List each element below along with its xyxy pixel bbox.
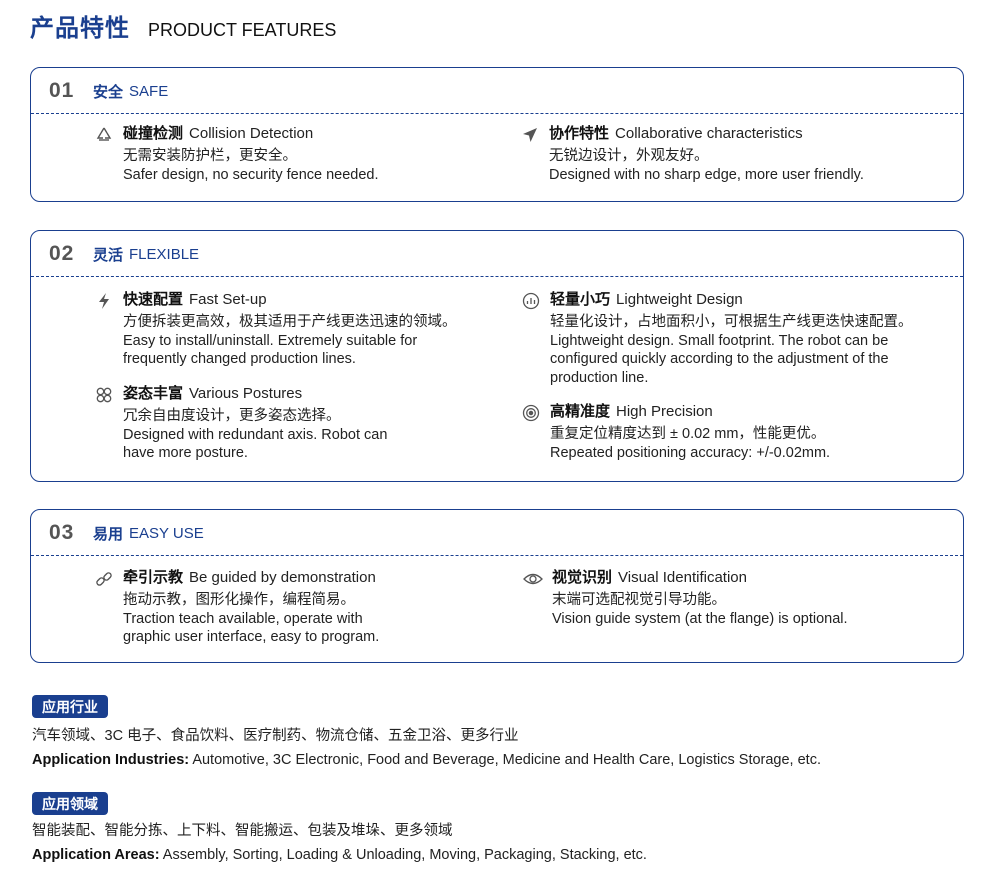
description-line: Safer design, no security fence needed. (123, 166, 379, 183)
feature-description: 末端可选配视觉引导功能。 Vision guide system (at the… (552, 591, 848, 628)
description-line: 末端可选配视觉引导功能。 (552, 592, 726, 608)
section-title-en: EASY USE (129, 524, 204, 542)
industries-en-text: Application Industries: Automotive, 3C E… (32, 750, 821, 770)
section-number: 01 (49, 79, 75, 102)
feature-title-cn: 牵引示教 (123, 569, 184, 586)
feature-title-en: Fast Set-up (189, 291, 267, 308)
description-line: Vision guide system (at the flange) is o… (552, 610, 848, 627)
feature-title: 碰撞检测 Collision Detection (123, 124, 313, 144)
feature-title-en: Collision Detection (189, 125, 314, 142)
section-header: 03 易用 EASY USE (49, 510, 204, 556)
feature-title: 协作特性 Collaborative characteristics (549, 124, 803, 144)
industries-cn-text: 汽车领域、3C 电子、食品饮料、医疗制药、物流仓储、五金卫浴、更多行业 (32, 728, 519, 744)
lightning-icon (93, 291, 115, 311)
clover-icon (93, 385, 115, 405)
feature-title-cn: 快速配置 (123, 291, 184, 308)
link-icon (93, 569, 115, 589)
feature-title-en: Be guided by demonstration (189, 569, 376, 586)
feature-title-cn: 碰撞检测 (123, 125, 184, 142)
feature-title-en: Lightweight Design (616, 291, 743, 308)
description-line: Lightweight design. Small footprint. The… (550, 332, 889, 349)
feature-title: 姿态丰富 Various Postures (123, 384, 302, 404)
feature-description: 方便拆装更高效，极其适用于产线更迭迅速的领域。 Easy to install/… (123, 313, 457, 369)
feature-title-en: Collaborative characteristics (615, 125, 803, 142)
description-line: Traction teach available, operate with (123, 610, 363, 627)
description-line: 无需安装防护栏，更安全。 (123, 148, 297, 164)
description-line: Easy to install/uninstall. Extremely sui… (123, 332, 418, 349)
section-number: 02 (49, 242, 75, 265)
description-line: 无锐边设计，外观友好。 (549, 148, 709, 164)
page-title: 产品特性 PRODUCT FEATURES (30, 8, 336, 42)
section-title-cn: 灵活 (93, 246, 124, 264)
feature-title-cn: 视觉识别 (552, 569, 613, 586)
section-title-en: FLEXIBLE (129, 245, 200, 263)
feature-title: 牵引示教 Be guided by demonstration (123, 568, 376, 588)
feature-title-cn: 高精准度 (550, 403, 611, 420)
industries-badge: 应用行业 (32, 695, 108, 718)
description-line: Repeated positioning accuracy: +/-0.02mm… (550, 444, 831, 461)
feature-description: 无需安装防护栏，更安全。 Safer design, no security f… (123, 147, 379, 184)
description-line: 轻量化设计，占地面积小，可根据生产线更迭快速配置。 (550, 314, 913, 330)
feature-title: 轻量小巧 Lightweight Design (550, 290, 743, 310)
description-line: 重复定位精度达到 ± 0.02 mm，性能更优。 (550, 426, 826, 442)
feature-title-cn: 姿态丰富 (123, 385, 184, 402)
section-safe: 01 安全 SAFE 碰撞检测 Collision Detection 无需安装防… (30, 67, 964, 202)
feature-title-en: Various Postures (189, 385, 303, 402)
description-line: have more posture. (123, 445, 248, 461)
dashed-divider (31, 113, 963, 114)
feature-title: 视觉识别 Visual Identification (552, 568, 747, 588)
areas-cn-text: 智能装配、智能分拣、上下料、智能搬运、包装及堆垛、更多领域 (32, 823, 453, 839)
description-line: frequently changed production lines. (123, 351, 356, 367)
description-line: graphic user interface, easy to program. (123, 629, 380, 645)
section-title-cn: 易用 (93, 525, 124, 543)
eye-icon (522, 569, 544, 589)
description-line: 冗余自由度设计，更多姿态选择。 (123, 408, 341, 424)
arrow-pointer-icon (519, 125, 541, 145)
description-line: Designed with no sharp edge, more user f… (549, 166, 864, 183)
dashed-divider (31, 555, 963, 556)
feature-title-cn: 协作特性 (549, 125, 610, 142)
recycle-icon (93, 125, 115, 145)
section-flexible: 02 灵活 FLEXIBLE 快速配置 Fast Set-up 方便拆装更高效，极… (30, 230, 964, 482)
scale-gauge-icon (520, 291, 542, 311)
description-line: Designed with redundant axis. Robot can (123, 426, 388, 443)
section-title-cn: 安全 (93, 83, 124, 101)
description-line: 拖动示教，图形化操作，编程简易。 (123, 592, 355, 608)
description-line: configured quickly according to the adju… (550, 351, 889, 367)
section-number: 03 (49, 521, 75, 544)
areas-en-text: Application Areas: Assembly, Sorting, Lo… (32, 845, 647, 865)
feature-description: 重复定位精度达到 ± 0.02 mm，性能更优。 Repeated positi… (550, 425, 830, 462)
feature-description: 无锐边设计，外观友好。 Designed with no sharp edge,… (549, 147, 864, 184)
target-icon (520, 403, 542, 423)
feature-title: 高精准度 High Precision (550, 402, 713, 422)
areas-badge: 应用领域 (32, 792, 108, 815)
section-easy-use: 03 易用 EASY USE 牵引示教 Be guided by demonstr… (30, 509, 964, 663)
section-header: 01 安全 SAFE (49, 68, 168, 114)
areas-en-value: Assembly, Sorting, Loading & Unloading, … (159, 847, 647, 863)
page-title-cn: 产品特性 (30, 15, 130, 42)
industries-en-label: Application Industries: (32, 752, 190, 768)
feature-title: 快速配置 Fast Set-up (123, 290, 267, 310)
feature-title-en: High Precision (616, 403, 713, 420)
description-line: 方便拆装更高效，极其适用于产线更迭迅速的领域。 (123, 314, 457, 330)
dashed-divider (31, 276, 963, 277)
areas-en-label: Application Areas: (32, 847, 160, 863)
feature-description: 冗余自由度设计，更多姿态选择。 Designed with redundant … (123, 407, 387, 463)
feature-description: 拖动示教，图形化操作，编程简易。 Traction teach availabl… (123, 591, 379, 647)
section-header: 02 灵活 FLEXIBLE (49, 231, 199, 277)
feature-title-en: Visual Identification (618, 569, 747, 586)
feature-description: 轻量化设计，占地面积小，可根据生产线更迭快速配置。 Lightweight de… (550, 313, 913, 387)
page-title-en: PRODUCT FEATURES (148, 20, 337, 40)
industries-en-value: Automotive, 3C Electronic, Food and Beve… (189, 752, 821, 768)
description-line: production line. (550, 369, 649, 386)
section-title-en: SAFE (129, 82, 169, 100)
feature-title-cn: 轻量小巧 (550, 291, 611, 308)
